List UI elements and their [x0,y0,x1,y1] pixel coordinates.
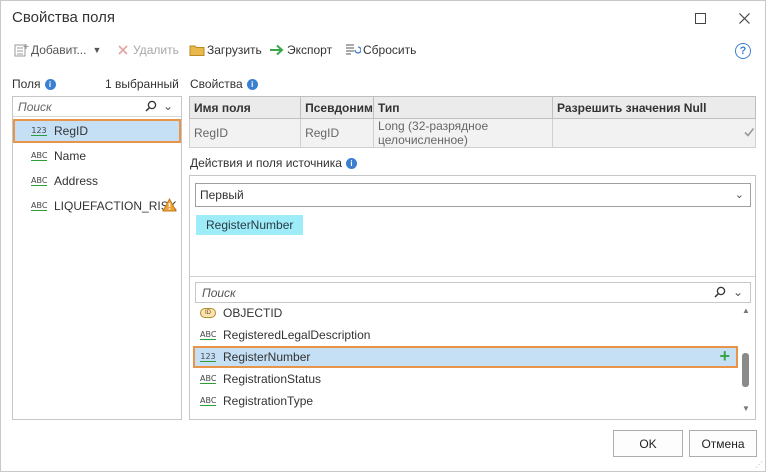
column-header-type[interactable]: Тип [373,96,553,119]
field-item-name[interactable]: ABC Name [13,144,181,168]
add-icon[interactable]: + [719,347,730,365]
add-button[interactable]: Добавит... ▼ [13,41,101,59]
source-search-placeholder: Поиск [202,285,236,300]
ok-button[interactable]: OK [613,430,683,457]
add-field-icon [13,42,29,58]
field-name: LIQUEFACTION_RISK [54,199,177,213]
numeric-field-icon: 123 [200,352,216,362]
source-field-chip[interactable]: RegisterNumber [196,215,304,235]
selected-count: 1 выбранный [105,77,179,91]
cell-type[interactable]: Long (32-разрядное целочисленное) [373,118,553,148]
source-field-name: RegistrationStatus [223,372,322,386]
source-field-name: OBJECTID [223,306,283,320]
action-dropdown[interactable]: Первый ⌄ [195,183,751,207]
fields-header: Поля i [12,77,56,91]
cell-field-name[interactable]: RegID [188,118,302,148]
cancel-button[interactable]: Отмена [689,430,757,457]
text-field-icon: ABC [200,374,217,384]
divider [190,276,755,277]
text-field-icon: ABC [200,396,217,406]
source-field-name: RegisteredLegalDescription [223,328,371,342]
warning-icon [162,197,177,215]
scrollbar-thumb[interactable] [742,353,749,387]
chevron-down-icon: ▼ [92,45,102,55]
scroll-up-icon[interactable]: ▲ [742,306,750,315]
column-header-field-name[interactable]: Имя поля [188,96,302,119]
chip-label: RegisterNumber [206,218,294,232]
properties-header-label: Свойства [190,77,243,91]
title-bar: Свойства поля [1,1,765,35]
scroll-down-icon[interactable]: ▼ [742,404,750,413]
source-field-name: RegistrationType [223,394,314,408]
fields-search-input[interactable]: Поиск ⌄ [13,97,181,117]
text-field-icon: ABC [31,201,48,211]
allow-null-checkbox[interactable] [743,126,755,141]
info-icon[interactable]: i [345,158,357,170]
properties-header: Свойства i [190,77,258,91]
maximize-icon[interactable] [689,7,711,29]
action-value: Первый [200,188,244,202]
dialog-title: Свойства поля [12,9,116,26]
add-label: Добавит... [31,43,87,57]
table-row: RegID RegID Long (32-разрядное целочисле… [188,118,756,148]
reset-label: Сбросить [363,43,417,57]
info-icon[interactable]: i [246,79,258,91]
fields-header-label: Поля [12,77,41,91]
folder-icon [189,42,205,58]
toolbar: Добавит... ▼ Удалить Загрузить Экспорт С… [1,37,765,63]
properties-table: Имя поля Псевдоним Тип Разрешить значени… [188,96,756,148]
help-icon[interactable]: ? [735,43,751,59]
field-item-regid[interactable]: 123 RegID [13,119,181,143]
cell-allow-null[interactable] [552,118,756,148]
chevron-down-icon[interactable]: ⌄ [163,99,173,113]
reset-list-icon [345,42,361,58]
delete-label: Удалить [133,43,179,57]
object-id-icon: ID [200,308,216,318]
field-item-liquefaction-risk[interactable]: ABC LIQUEFACTION_RISK [13,194,181,218]
export-button[interactable]: Экспорт [269,41,332,59]
resize-grip-icon[interactable]: ⋰ [755,460,763,469]
column-header-allow-null[interactable]: Разрешить значения Null [552,96,756,119]
source-header: Действия и поля источника i [190,156,357,170]
load-button[interactable]: Загрузить [189,41,262,59]
fields-search-placeholder: Поиск [18,99,52,114]
table-header-row: Имя поля Псевдоним Тип Разрешить значени… [188,96,756,119]
numeric-field-icon: 123 [31,126,47,136]
field-properties-dialog: Свойства поля Добавит... ▼ Удалить Загру… [0,0,766,472]
chevron-down-icon: ⌄ [734,189,744,201]
text-field-icon: ABC [200,330,217,340]
source-item-registrationstatus[interactable]: ABC RegistrationStatus [193,368,738,390]
export-label: Экспорт [287,43,333,57]
field-item-address[interactable]: ABC Address [13,169,181,193]
text-field-icon: ABC [31,176,48,186]
search-icon[interactable] [145,100,157,115]
source-panel: Первый ⌄ RegisterNumber Поиск ⌄ ID OBJEC… [189,175,756,420]
delete-icon [115,42,131,58]
cell-alias[interactable]: RegID [300,118,375,148]
fields-list: Поиск ⌄ 123 RegID ABC Name ABC Address A… [12,96,182,420]
source-item-registernumber[interactable]: 123 RegisterNumber + [193,346,738,368]
reset-button[interactable]: Сбросить [345,41,416,59]
source-item-registrationtype[interactable]: ABC RegistrationType [193,390,738,412]
load-label: Загрузить [207,43,262,57]
arrow-right-icon [269,42,285,58]
delete-button[interactable]: Удалить [115,41,179,59]
source-item-registeredlegaldescription[interactable]: ABC RegisteredLegalDescription [193,324,738,346]
field-name: Name [54,149,87,163]
source-scrollbar[interactable]: ▲ ▼ [740,306,752,416]
column-header-alias[interactable]: Псевдоним [300,96,375,119]
source-search-input[interactable]: Поиск ⌄ [195,282,751,303]
search-icon[interactable] [714,286,726,301]
source-item-objectid[interactable]: ID OBJECTID [193,302,738,324]
field-name: RegID [54,124,89,138]
close-icon[interactable] [733,7,755,29]
info-icon[interactable]: i [44,79,56,91]
text-field-icon: ABC [31,151,48,161]
source-field-name: RegisterNumber [223,350,311,364]
source-header-label: Действия и поля источника [190,156,342,170]
chevron-down-icon[interactable]: ⌄ [733,285,743,299]
field-name: Address [54,174,99,188]
